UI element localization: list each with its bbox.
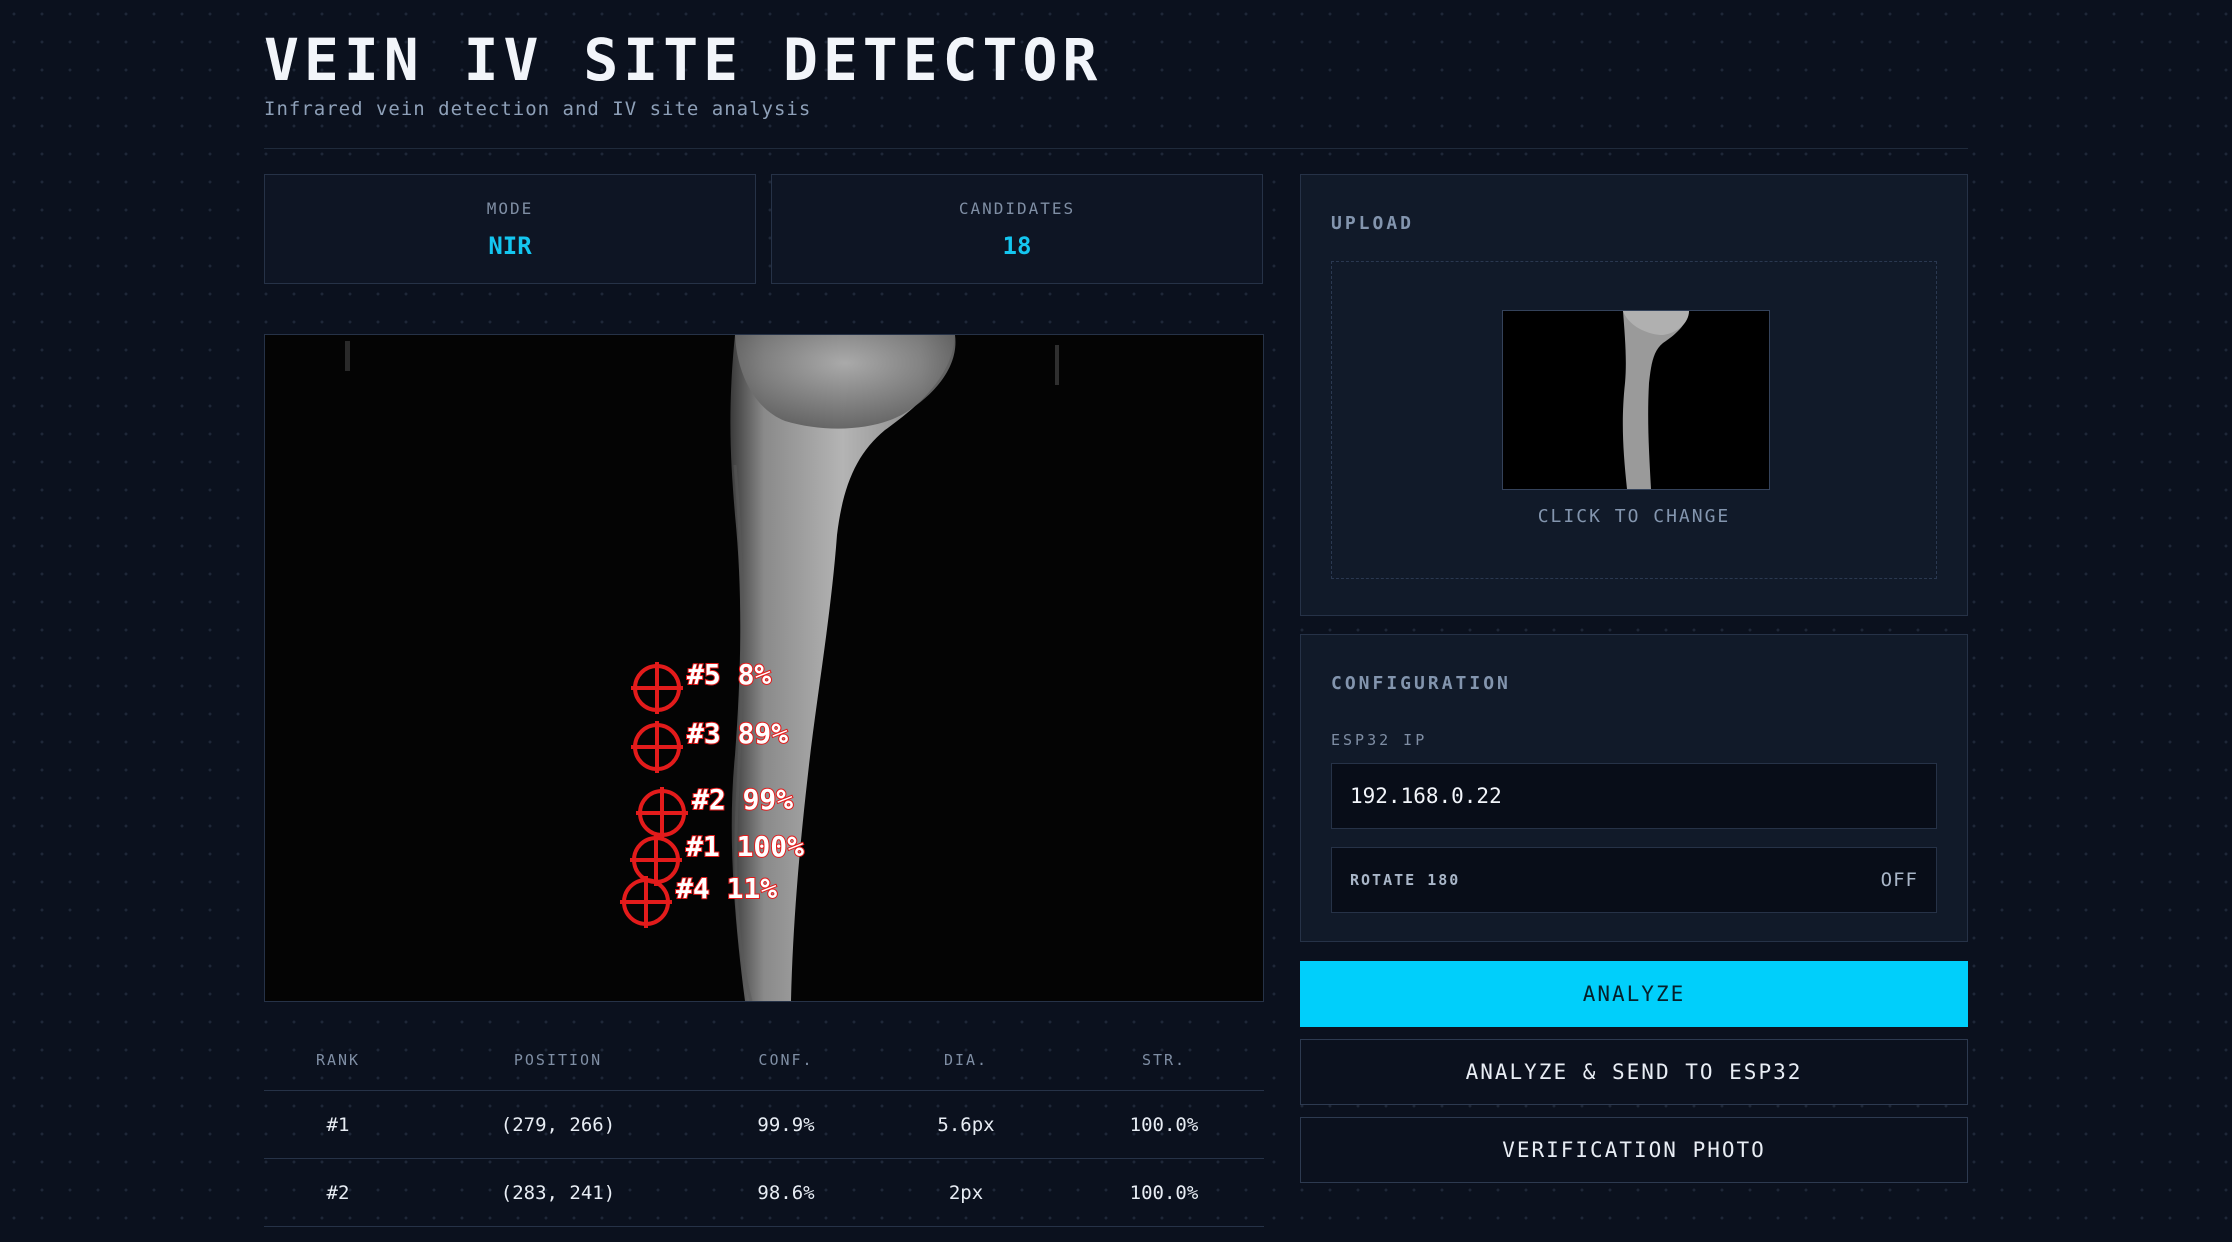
header-rank: RANK bbox=[315, 1051, 361, 1069]
cell-strength: 100.0% bbox=[1129, 1181, 1199, 1204]
upload-dropzone[interactable]: CLICK TO CHANGE bbox=[1331, 261, 1937, 579]
table-row[interactable]: #2 (283, 241) 98.6% 2px 100.0% bbox=[264, 1159, 1264, 1227]
detection-marker-label: #5 8% bbox=[687, 658, 771, 691]
candidates-value: 18 bbox=[1002, 232, 1032, 260]
uploaded-image-thumbnail[interactable] bbox=[1502, 310, 1770, 490]
detection-marker: #5 8% bbox=[631, 657, 772, 714]
cell-confidence: 98.6% bbox=[757, 1181, 815, 1204]
header-diameter: DIA. bbox=[943, 1051, 989, 1069]
page-subtitle: Infrared vein detection and IV site anal… bbox=[264, 98, 812, 120]
cell-confidence: 99.9% bbox=[757, 1113, 815, 1136]
analysis-image-viewer: #5 8% #3 89% #2 99% #1 100% #4 11% bbox=[264, 334, 1264, 1002]
upload-panel: UPLOAD CLICK TO CHANGE bbox=[1300, 174, 1968, 616]
esp32-ip-input[interactable] bbox=[1331, 763, 1937, 829]
cell-rank: #1 bbox=[326, 1113, 350, 1136]
cell-strength: 100.0% bbox=[1129, 1113, 1199, 1136]
candidates-table: RANK POSITION CONF. DIA. STR. #1 (279, 2… bbox=[264, 1030, 1264, 1227]
upload-title: UPLOAD bbox=[1331, 213, 1415, 234]
analyze-send-esp32-button[interactable]: ANALYZE & SEND TO ESP32 bbox=[1300, 1039, 1968, 1105]
detection-marker-label: #3 89% bbox=[687, 717, 788, 750]
rotate-180-label: ROTATE 180 bbox=[1350, 871, 1461, 889]
verification-photo-button[interactable]: VERIFICATION PHOTO bbox=[1300, 1117, 1968, 1183]
cell-diameter: 5.6px bbox=[937, 1113, 995, 1136]
detection-overlay: #5 8% #3 89% #2 99% #1 100% #4 11% bbox=[620, 657, 805, 928]
click-to-change-label: CLICK TO CHANGE bbox=[1537, 506, 1731, 527]
cell-diameter: 2px bbox=[948, 1181, 984, 1204]
cell-position: (279, 266) bbox=[500, 1113, 616, 1136]
cell-rank: #2 bbox=[326, 1181, 350, 1204]
header-confidence: CONF. bbox=[758, 1051, 814, 1069]
cell-position: (283, 241) bbox=[500, 1181, 616, 1204]
mode-value: NIR bbox=[488, 232, 532, 260]
mode-stat-card: MODE NIR bbox=[264, 174, 756, 284]
header-strength: STR. bbox=[1141, 1051, 1187, 1069]
thumbnail-arm-image bbox=[1503, 311, 1769, 489]
header-divider bbox=[264, 148, 1968, 149]
configuration-title: CONFIGURATION bbox=[1331, 673, 1511, 694]
detection-marker: #3 89% bbox=[631, 716, 789, 773]
analyze-button[interactable]: ANALYZE bbox=[1300, 961, 1968, 1027]
candidates-stat-card: CANDIDATES 18 bbox=[771, 174, 1263, 284]
page-header: VEIN IV SITE DETECTOR Infrared vein dete… bbox=[264, 28, 1102, 120]
esp32-ip-label: ESP32 IP bbox=[1331, 731, 1428, 749]
detection-marker-label: #4 11% bbox=[676, 872, 777, 905]
table-header: RANK POSITION CONF. DIA. STR. bbox=[264, 1030, 1264, 1091]
candidates-label: CANDIDATES bbox=[958, 199, 1076, 218]
header-position: POSITION bbox=[513, 1051, 603, 1069]
detection-marker-label: #2 99% bbox=[692, 783, 793, 816]
configuration-panel: CONFIGURATION ESP32 IP ROTATE 180 OFF bbox=[1300, 634, 1968, 942]
detection-marker: #4 11% bbox=[620, 871, 778, 928]
mode-label: MODE bbox=[486, 199, 534, 218]
table-row[interactable]: #1 (279, 266) 99.9% 5.6px 100.0% bbox=[264, 1091, 1264, 1159]
page-title: VEIN IV SITE DETECTOR bbox=[264, 26, 1103, 94]
rotate-180-state: OFF bbox=[1880, 869, 1918, 891]
detection-marker-label: #1 100% bbox=[686, 830, 804, 863]
rotate-180-toggle[interactable]: ROTATE 180 OFF bbox=[1331, 847, 1937, 913]
